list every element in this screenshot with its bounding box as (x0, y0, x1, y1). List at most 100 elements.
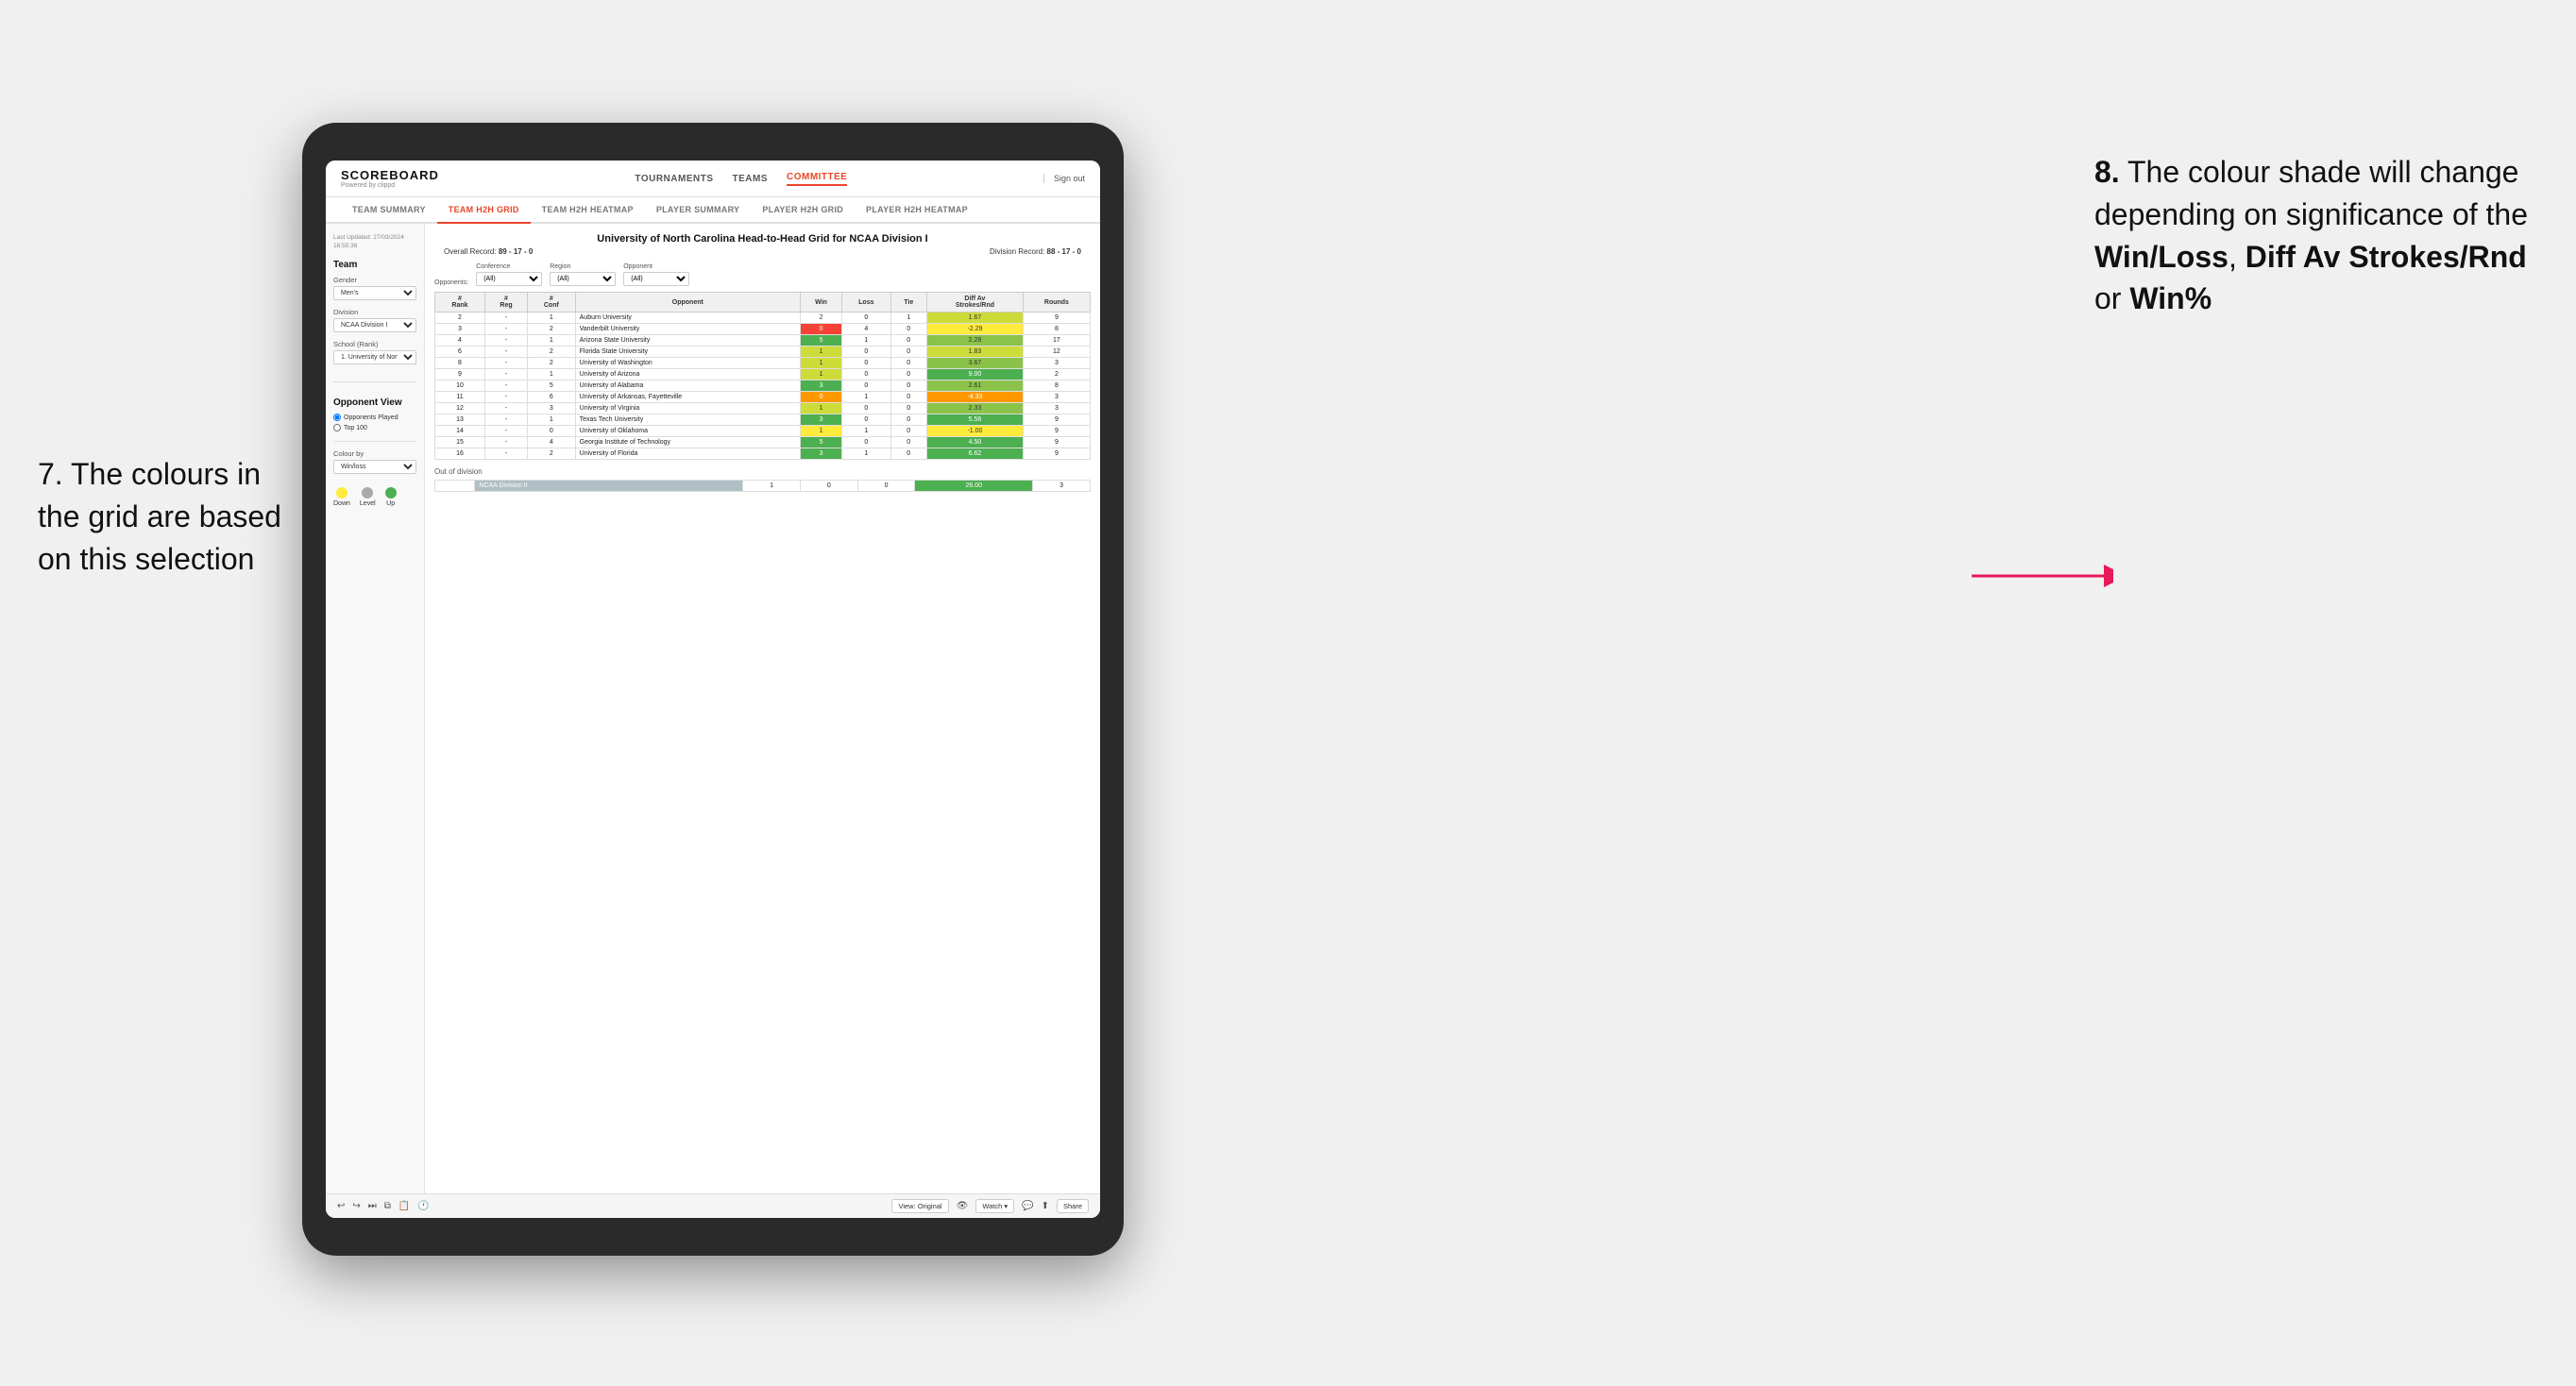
cell-diff: 3.67 (927, 358, 1024, 369)
redo-icon[interactable]: ↪ (352, 1201, 360, 1211)
cell-division-loss: 0 (800, 481, 857, 492)
out-of-division-table: NCAA Division II 1 0 0 26.00 3 (434, 480, 1091, 492)
opponents-filter-group: Opponents: (434, 279, 468, 286)
cell-reg: - (484, 358, 527, 369)
region-select[interactable]: (All) (550, 272, 616, 286)
cell-win: 1 (800, 426, 841, 437)
cell-tie: 0 (890, 403, 927, 414)
cell-diff: 9.00 (927, 369, 1024, 380)
cell-team: University of Washington (575, 358, 800, 369)
forward-icon[interactable]: ⏭ (368, 1201, 377, 1211)
team-section-title: Team (333, 260, 416, 270)
cell-diff: 5.56 (927, 414, 1024, 426)
cell-loss: 0 (842, 403, 890, 414)
copy-icon[interactable]: ⧉ (384, 1201, 391, 1211)
radio-top100[interactable]: Top 100 (333, 424, 416, 431)
brand-sub: Powered by clippd (341, 182, 439, 189)
sub-nav-player-h2h-grid[interactable]: PLAYER H2H GRID (751, 197, 855, 222)
cell-reg: - (484, 448, 527, 460)
cell-rank: 10 (435, 380, 485, 392)
colour-by-section: Colour by Win/loss (333, 441, 416, 482)
school-label: School (Rank) (333, 340, 416, 348)
cell-reg: - (484, 403, 527, 414)
conference-select[interactable]: (All) (476, 272, 542, 286)
clock-icon[interactable]: 🕐 (417, 1201, 429, 1211)
division-select[interactable]: NCAA Division I (333, 318, 416, 332)
annotation-left: 7. The colours in the grid are based on … (38, 453, 302, 580)
share-icon[interactable]: ⬆ (1042, 1201, 1049, 1211)
nav-tournaments[interactable]: TOURNAMENTS (635, 174, 713, 184)
table-row: 9 - 1 University of Arizona 1 0 0 9.00 2 (435, 369, 1091, 380)
sub-nav-player-h2h-heatmap[interactable]: PLAYER H2H HEATMAP (855, 197, 979, 222)
paste-icon[interactable]: 📋 (398, 1201, 410, 1211)
gender-label: Gender (333, 276, 416, 284)
cell-rank: 6 (435, 346, 485, 358)
colour-by-select[interactable]: Win/loss (333, 460, 416, 474)
col-conf: #Conf (528, 293, 576, 313)
main-content: Last Updated: 27/03/2024 16:55:38 Team G… (326, 224, 1100, 1193)
filters-row: Opponents: Conference (All) Region (All) (434, 263, 1091, 286)
sub-nav-team-h2h-heatmap[interactable]: TEAM H2H HEATMAP (531, 197, 645, 222)
watch-btn[interactable]: Watch ▾ (975, 1199, 1014, 1213)
cell-rounds: 3 (1023, 358, 1090, 369)
cell-conf: 1 (528, 313, 576, 324)
cell-rank: 8 (435, 358, 485, 369)
division-record: Division Record: 88 - 17 - 0 (990, 247, 1081, 256)
division-label: Division (333, 308, 416, 316)
colour-down: Down (333, 487, 350, 507)
cell-conf: 1 (528, 414, 576, 426)
cell-loss: 0 (842, 358, 890, 369)
cell-reg: - (484, 414, 527, 426)
cell-rounds: 8 (1023, 380, 1090, 392)
cell-division (435, 481, 475, 492)
share-btn[interactable]: Share (1057, 1199, 1089, 1213)
cell-tie: 0 (890, 346, 927, 358)
cell-diff: 2.28 (927, 335, 1024, 346)
cell-division-win: 1 (743, 481, 801, 492)
cell-conf: 1 (528, 369, 576, 380)
cell-loss: 4 (842, 324, 890, 335)
cell-win: 1 (800, 369, 841, 380)
grid-area: University of North Carolina Head-to-Hea… (425, 224, 1100, 1193)
cell-rounds: 9 (1023, 426, 1090, 437)
gender-select[interactable]: Men's (333, 286, 416, 300)
sign-out[interactable]: Sign out (1043, 174, 1085, 183)
sub-nav-team-h2h-grid[interactable]: TEAM H2H GRID (437, 197, 531, 224)
table-row: 4 - 1 Arizona State University 5 1 0 2.2… (435, 335, 1091, 346)
cell-rank: 9 (435, 369, 485, 380)
table-header: #Rank #Reg #Conf Opponent Win Loss Tie D… (435, 293, 1091, 313)
sub-nav-player-summary[interactable]: PLAYER SUMMARY (645, 197, 752, 222)
cell-loss: 0 (842, 346, 890, 358)
nav-teams[interactable]: TEAMS (732, 174, 768, 184)
annotation-left-number: 7. (38, 457, 63, 491)
cell-conf: 6 (528, 392, 576, 403)
undo-icon[interactable]: ↩ (337, 1201, 345, 1211)
out-of-division-label: Out of division (434, 467, 1091, 476)
cell-win: 1 (800, 358, 841, 369)
app-header: SCOREBOARD Powered by clippd TOURNAMENTS… (326, 161, 1100, 197)
cell-rounds: 9 (1023, 414, 1090, 426)
sidebar: Last Updated: 27/03/2024 16:55:38 Team G… (326, 224, 425, 1193)
school-select[interactable]: 1. University of Nort... (333, 350, 416, 364)
cell-tie: 0 (890, 369, 927, 380)
opponent-select[interactable]: (All) (623, 272, 689, 286)
cell-division-rounds: 3 (1033, 481, 1091, 492)
sub-nav-team-summary[interactable]: TEAM SUMMARY (341, 197, 437, 222)
comment-icon[interactable]: 💬 (1022, 1201, 1033, 1211)
opponent-view-section: Opponent View Opponents Played Top 100 (333, 381, 416, 431)
cell-rank: 11 (435, 392, 485, 403)
out-division-body: NCAA Division II 1 0 0 26.00 3 (435, 481, 1091, 492)
cell-reg: - (484, 426, 527, 437)
view-original-btn[interactable]: View: Original (891, 1199, 948, 1213)
col-opponent: Opponent (575, 293, 800, 313)
cell-diff: -1.00 (927, 426, 1024, 437)
nav-committee[interactable]: COMMITTEE (787, 172, 848, 186)
annotation-winloss: Win/Loss (2094, 240, 2229, 274)
radio-opponents-played[interactable]: Opponents Played (333, 414, 416, 421)
table-row: 6 - 2 Florida State University 1 0 0 1.8… (435, 346, 1091, 358)
cell-rank: 13 (435, 414, 485, 426)
cell-team: Texas Tech University (575, 414, 800, 426)
conference-filter-group: Conference (All) (476, 263, 542, 286)
table-row: 16 - 2 University of Florida 3 1 0 6.62 … (435, 448, 1091, 460)
eye-icon: 👁 (957, 1201, 969, 1211)
